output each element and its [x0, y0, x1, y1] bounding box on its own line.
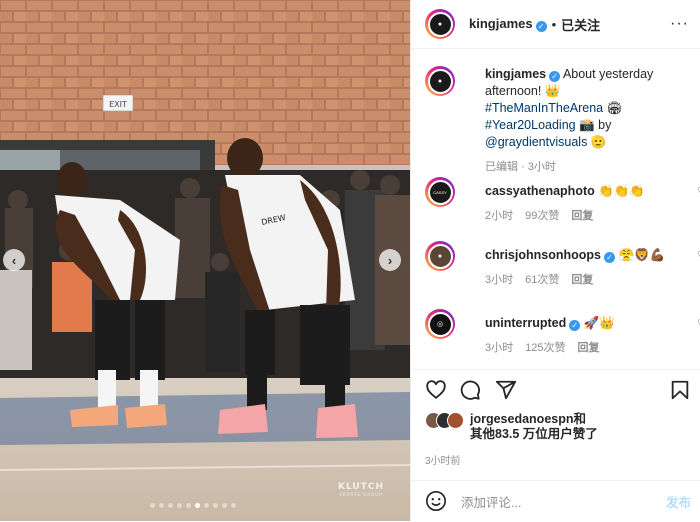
- avatar-image: ●: [437, 77, 443, 85]
- chevron-right-icon: ›: [387, 252, 393, 268]
- post-caption: ● kingjames ✓ About yesterday afternoon! …: [411, 49, 700, 176]
- caption-username[interactable]: kingjames: [485, 67, 546, 81]
- verified-badge-icon: ✓: [603, 252, 615, 263]
- header-username-text[interactable]: kingjames: [469, 16, 533, 31]
- comment-item: ● chrisjohnsonhoops✓ 😤🦁💪🏾 3小时 61次赞 回复 ♡: [411, 241, 700, 289]
- comment-body: cassyathenaphoto 👏👏👏 2小时 99次赞 回复: [485, 177, 700, 225]
- bookmark-icon[interactable]: [669, 379, 691, 401]
- watermark: KLUTCH SPORTS GROUP: [338, 482, 384, 497]
- caption-body: kingjames ✓ About yesterday afternoon! 👑 …: [485, 66, 700, 176]
- comment-input[interactable]: 添加评论...: [461, 492, 521, 511]
- more-options-icon[interactable]: ···: [670, 15, 689, 33]
- chevron-left-icon: ‹: [11, 252, 17, 268]
- heart-icon[interactable]: [425, 379, 447, 401]
- comment-item: ◎ uninterrupted✓ 🚀👑 3小时 125次赞 回复 ♡: [411, 309, 700, 357]
- hashtag-link-1[interactable]: #TheManInTheArena: [485, 101, 603, 115]
- reply-button[interactable]: 回复: [577, 340, 599, 357]
- comment-likes[interactable]: 61次赞: [525, 272, 559, 289]
- share-icon[interactable]: [495, 379, 517, 401]
- carousel-dot: [177, 503, 182, 508]
- likes-line-1[interactable]: jorgesedanoespn和: [470, 412, 598, 427]
- liker-avatar: [447, 412, 464, 429]
- avatar[interactable]: ●: [425, 9, 455, 39]
- comment-meta: 3小时 61次赞 回复: [485, 272, 685, 289]
- reply-button[interactable]: 回复: [571, 208, 593, 225]
- comment-time[interactable]: 3小时: [485, 272, 513, 289]
- verified-badge-icon: ✓: [549, 71, 561, 82]
- caption-text-2: 🏟: [606, 101, 623, 115]
- comment-username[interactable]: cassyathenaphoto: [485, 184, 595, 198]
- comment-time[interactable]: 3小时: [485, 340, 513, 357]
- comment-likes[interactable]: 125次赞: [525, 340, 565, 357]
- comment-item: CASSY cassyathenaphoto 👏👏👏 2小时 99次赞 回复 ♡: [411, 177, 700, 225]
- verified-badge-icon: ✓: [535, 21, 547, 32]
- caption-text-3: 📸 by: [579, 118, 612, 132]
- carousel-dot: [168, 503, 173, 508]
- edited-label: 已编辑: [485, 161, 518, 173]
- comment-body: uninterrupted ✓ 🚀👑 3小时 125次赞 回复: [485, 309, 700, 357]
- header-username[interactable]: kingjames ✓: [469, 16, 547, 32]
- carousel-dot: [186, 503, 191, 508]
- carousel-dot: [222, 503, 227, 508]
- comment-username[interactable]: uninterrupted: [485, 316, 566, 330]
- carousel-dot: [195, 503, 200, 508]
- comment-avatar[interactable]: ◎: [425, 309, 455, 339]
- likes-summary[interactable]: jorgesedanoespn和 其他83.5 万位用户赞了: [425, 412, 598, 442]
- carousel-dot: [213, 503, 218, 508]
- carousel-next-button[interactable]: ›: [379, 249, 401, 271]
- comment-meta: 2小时 99次赞 回复: [485, 208, 685, 225]
- instagram-post-modal: EXIT DREW ‹ › KLUTCH SPORTS GROUP ● king…: [0, 0, 700, 521]
- likes-line-2[interactable]: 其他83.5 万位用户赞了: [470, 427, 598, 442]
- comment-icon[interactable]: [459, 379, 481, 401]
- carousel-dot: [204, 503, 209, 508]
- caption-time[interactable]: 3小时: [528, 161, 556, 173]
- avatar-image: ●: [437, 20, 443, 28]
- carousel-dot: [150, 503, 155, 508]
- caption-meta: 已编辑 · 3小时: [485, 161, 556, 173]
- follow-button[interactable]: 已关注: [561, 15, 600, 34]
- avatar-label: CASSY: [433, 189, 447, 195]
- post-action-bar: [411, 369, 700, 410]
- caption-avatar[interactable]: ●: [425, 66, 455, 96]
- comment-composer: 添加评论... 发布: [411, 480, 700, 522]
- comments-scroll-area[interactable]: ● kingjames ✓ About yesterday afternoon! …: [411, 49, 700, 369]
- post-header: ● kingjames ✓ • 已关注 ···: [411, 0, 700, 49]
- post-photo: EXIT DREW ‹ › KLUTCH SPORTS GROUP: [0, 0, 410, 521]
- comment-text: 👏👏👏: [598, 184, 645, 198]
- hashtag-link-2[interactable]: #Year20Loading: [485, 118, 576, 132]
- exit-sign-text: EXIT: [109, 100, 127, 109]
- watermark-subtext: SPORTS GROUP: [339, 492, 383, 497]
- carousel-dot: [231, 503, 236, 508]
- comment-likes[interactable]: 99次赞: [525, 208, 559, 225]
- mention-link[interactable]: @graydientvisuals: [485, 135, 587, 149]
- basketball-photo: EXIT DREW: [0, 0, 410, 521]
- comment-username[interactable]: chrisjohnsonhoops: [485, 248, 601, 262]
- likes-text[interactable]: jorgesedanoespn和 其他83.5 万位用户赞了: [470, 412, 598, 442]
- comment-avatar[interactable]: CASSY: [425, 177, 455, 207]
- avatar-image: ◎: [436, 321, 444, 328]
- comment-avatar[interactable]: ●: [425, 241, 455, 271]
- emoji-icon[interactable]: [425, 490, 447, 512]
- verified-badge-icon: ✓: [569, 320, 581, 331]
- comment-text: 🚀👑: [583, 316, 615, 330]
- carousel-indicator: [150, 503, 236, 508]
- comment-meta: 3小时 125次赞 回复: [485, 340, 685, 357]
- reply-button[interactable]: 回复: [571, 272, 593, 289]
- carousel-prev-button[interactable]: ‹: [3, 249, 25, 271]
- comment-body: chrisjohnsonhoops ✓ 😤🦁💪🏾 3小时 61次赞 回复: [485, 241, 700, 289]
- avatar-image: ●: [437, 252, 443, 260]
- watermark-text: KLUTCH: [338, 482, 384, 492]
- comment-text: 😤🦁💪🏾: [618, 248, 666, 262]
- caption-text-4: 🫡: [590, 135, 607, 149]
- post-comment-button[interactable]: 发布: [666, 492, 691, 511]
- post-timestamp[interactable]: 3小时前: [425, 452, 461, 467]
- comment-time[interactable]: 2小时: [485, 208, 513, 225]
- post-side-panel: ● kingjames ✓ • 已关注 ··· ● kingjames ✓ Abou…: [410, 0, 700, 521]
- header-bullet: •: [551, 16, 557, 32]
- carousel-dot: [159, 503, 164, 508]
